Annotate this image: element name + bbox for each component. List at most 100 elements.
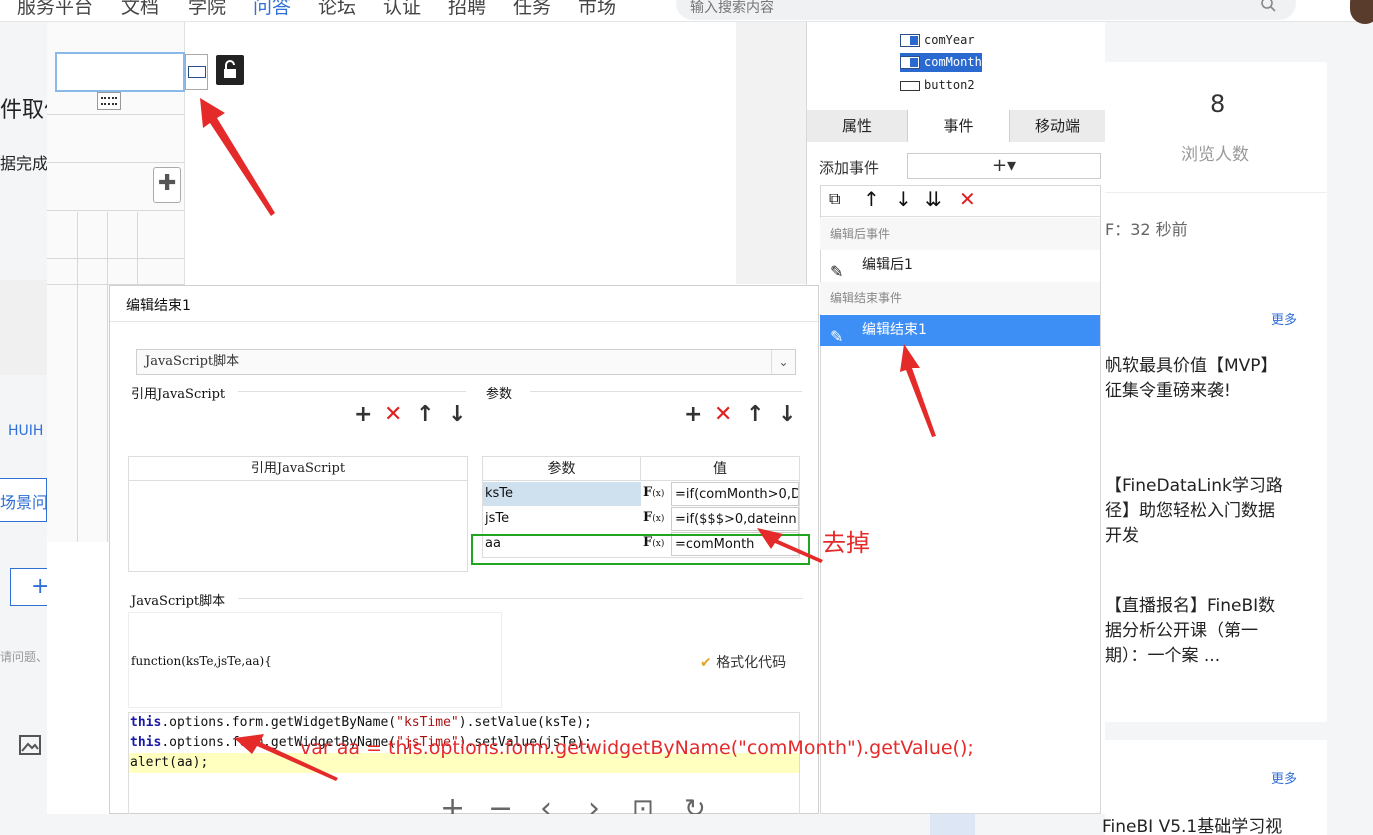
tab-events[interactable]: 事件 [908, 110, 1010, 142]
bg-ask-button[interactable]: 场景问答 [0, 478, 64, 522]
ref-up-icon[interactable]: ↑ [416, 404, 434, 426]
zoom-in-icon[interactable]: + [440, 794, 465, 815]
param-down-icon[interactable]: ↓ [778, 404, 796, 426]
param-add-icon[interactable]: + [684, 404, 702, 426]
annotation-code-suggestion: var aa = this.options.form.getwidgetByNa… [300, 737, 974, 759]
params-col-name: 参数 [483, 457, 641, 481]
rotate-left-icon[interactable]: ‹ [540, 794, 552, 815]
dropdown-icon [188, 66, 206, 78]
property-panel: comYear comMonth button2 属性 事件 移动端 添加事件 … [806, 22, 1105, 814]
combo-widget-icon [900, 34, 920, 47]
search-icon[interactable] [1260, 0, 1276, 12]
param-up-icon[interactable]: ↑ [746, 404, 764, 426]
nav-item-jobs[interactable]: 招聘 [448, 0, 486, 19]
nav-item-academy[interactable]: 学院 [188, 0, 226, 19]
param-delete-icon[interactable]: ✕ [714, 404, 732, 426]
views-count: 8 [1210, 90, 1226, 118]
tree-item-comYear[interactable]: comYear [900, 31, 975, 50]
ref-down-icon[interactable]: ↓ [448, 404, 466, 426]
params-label: 参数 [486, 387, 513, 402]
combo-widget-selected[interactable] [55, 52, 185, 92]
news-item-2[interactable]: 【FineDataLink学习路径】助您轻松入门数据开发 [1105, 474, 1290, 549]
news-item-3[interactable]: 【直播报名】FineBI数据分析公开课（第一期）：一个案 ... [1105, 594, 1290, 669]
nav-item-docs[interactable]: 文档 [121, 0, 159, 19]
function-signature: function(ksTe,jsTe,aa){ [131, 654, 272, 668]
nav-item-cert[interactable]: 认证 [383, 0, 421, 19]
news-item-4[interactable]: FineBI V5.1基础学习视 [1102, 815, 1287, 835]
event-edit-dialog: 编辑结束1 JavaScript脚本 ⌄ 引用JavaScript 参数 + ✕… [109, 285, 819, 814]
top-search-bar [676, 0, 1296, 20]
script-label: JavaScript脚本 [131, 594, 226, 609]
param-name-jsTe[interactable]: jsTe [483, 507, 641, 531]
zoom-out-icon[interactable]: − [488, 794, 513, 815]
params-col-value: 值 [641, 457, 799, 481]
event-group-stop-edit: 编辑结束事件 [820, 282, 1100, 314]
red-arrow-alert [234, 734, 338, 781]
ref-js-label: 引用JavaScript [131, 387, 226, 402]
tree-item-comMonth[interactable]: comMonth [900, 53, 982, 72]
more-link[interactable]: 更多 [1271, 309, 1297, 328]
unlock-icon [224, 60, 236, 78]
nav-item-service[interactable]: 服务平台 [17, 0, 93, 19]
news-item-1[interactable]: 帆软最具价值【MVP】征集令重磅来袭! [1105, 354, 1290, 404]
bg-thumbnail [0, 280, 47, 375]
ref-delete-icon[interactable]: ✕ [384, 404, 402, 426]
more-link-2[interactable]: 更多 [1271, 768, 1297, 787]
dialog-title: 编辑结束1 [126, 298, 191, 314]
function-signature-box: function(ksTe,jsTe,aa){ [128, 612, 502, 708]
event-item-after-edit[interactable]: ✎ 编辑后1 [820, 250, 1100, 281]
tab-properties[interactable]: 属性 [807, 110, 908, 142]
pencil-icon: ✎ [830, 327, 844, 346]
news-card: 更多 帆软最具价值【MVP】征集令重磅来袭! 【FineDataLink学习路径… [1105, 282, 1327, 722]
add-event-label: 添加事件 [819, 159, 880, 177]
move-down-icon[interactable]: ↓ [895, 189, 912, 209]
event-item-stop-edit[interactable]: ✎ 编辑结束1 [820, 315, 1100, 346]
unlock-button[interactable] [216, 55, 244, 85]
nav-item-qa[interactable]: 问答 [253, 0, 291, 19]
copy-icon[interactable]: ⧉ [829, 189, 840, 209]
ref-js-column-header: 引用JavaScript [129, 457, 467, 481]
code-line-1: this.options.form.getWidgetByName("ksTim… [130, 715, 592, 730]
format-code-button[interactable]: ✔ 格式化代码 [700, 652, 786, 672]
nav-item-tasks[interactable]: 任务 [513, 0, 551, 19]
event-group-after-edit: 编辑后事件 [820, 218, 1100, 250]
chevron-down-icon: ⌄ [771, 350, 795, 374]
tree-item-button2[interactable]: button2 [900, 76, 975, 95]
red-arrow-event [900, 344, 936, 437]
search-input[interactable] [690, 0, 1210, 18]
bg-small-fragment: 请问题、 [0, 650, 49, 664]
bg-link-fragment[interactable]: HUIH [8, 423, 43, 439]
last-visit: F：32 秒前 [1105, 220, 1188, 239]
script-type-select[interactable]: JavaScript脚本 ⌄ [136, 349, 796, 375]
calendar-icon[interactable] [97, 92, 121, 110]
add-cell-button[interactable]: ✚ [153, 167, 181, 203]
add-event-button[interactable]: +▾ [907, 153, 1101, 179]
button-widget-icon [900, 81, 920, 91]
combo-widget-icon [900, 56, 920, 69]
reset-icon[interactable]: ↻ [684, 794, 706, 814]
param-name-ksTe[interactable]: ksTe [483, 482, 641, 506]
formula-icon[interactable]: F(x) [643, 510, 664, 525]
tab-mobile[interactable]: 移动端 [1010, 110, 1105, 142]
nav-item-market[interactable]: 市场 [578, 0, 616, 19]
formula-icon[interactable]: F(x) [643, 485, 664, 500]
news-card-2: 更多 FineBI V5.1基础学习视 [1102, 740, 1327, 835]
combo-dropdown-handle[interactable] [185, 54, 208, 90]
ref-js-table[interactable]: 引用JavaScript [128, 456, 468, 572]
plus-icon: ✚ [158, 171, 177, 196]
stats-card: 8 浏览人数 F：32 秒前 [1105, 62, 1327, 290]
rotate-right-icon[interactable]: › [588, 794, 600, 815]
move-up-icon[interactable]: ↑ [863, 189, 880, 209]
bg-add-button[interactable]: + [10, 568, 49, 606]
fit-icon[interactable]: ⊡ [632, 794, 654, 814]
delete-icon[interactable]: ✕ [959, 189, 976, 209]
red-arrow-param [757, 528, 823, 563]
param-value-ksTe[interactable]: =if(comMonth>0,D [671, 482, 799, 506]
views-label: 浏览人数 [1181, 145, 1249, 165]
image-icon[interactable] [18, 734, 42, 756]
canvas-edge [736, 22, 806, 284]
ref-add-icon[interactable]: + [354, 404, 372, 426]
red-arrow-combo [200, 98, 275, 216]
move-bottom-icon[interactable]: ⇊ [925, 189, 942, 209]
nav-item-forum[interactable]: 论坛 [318, 0, 356, 19]
